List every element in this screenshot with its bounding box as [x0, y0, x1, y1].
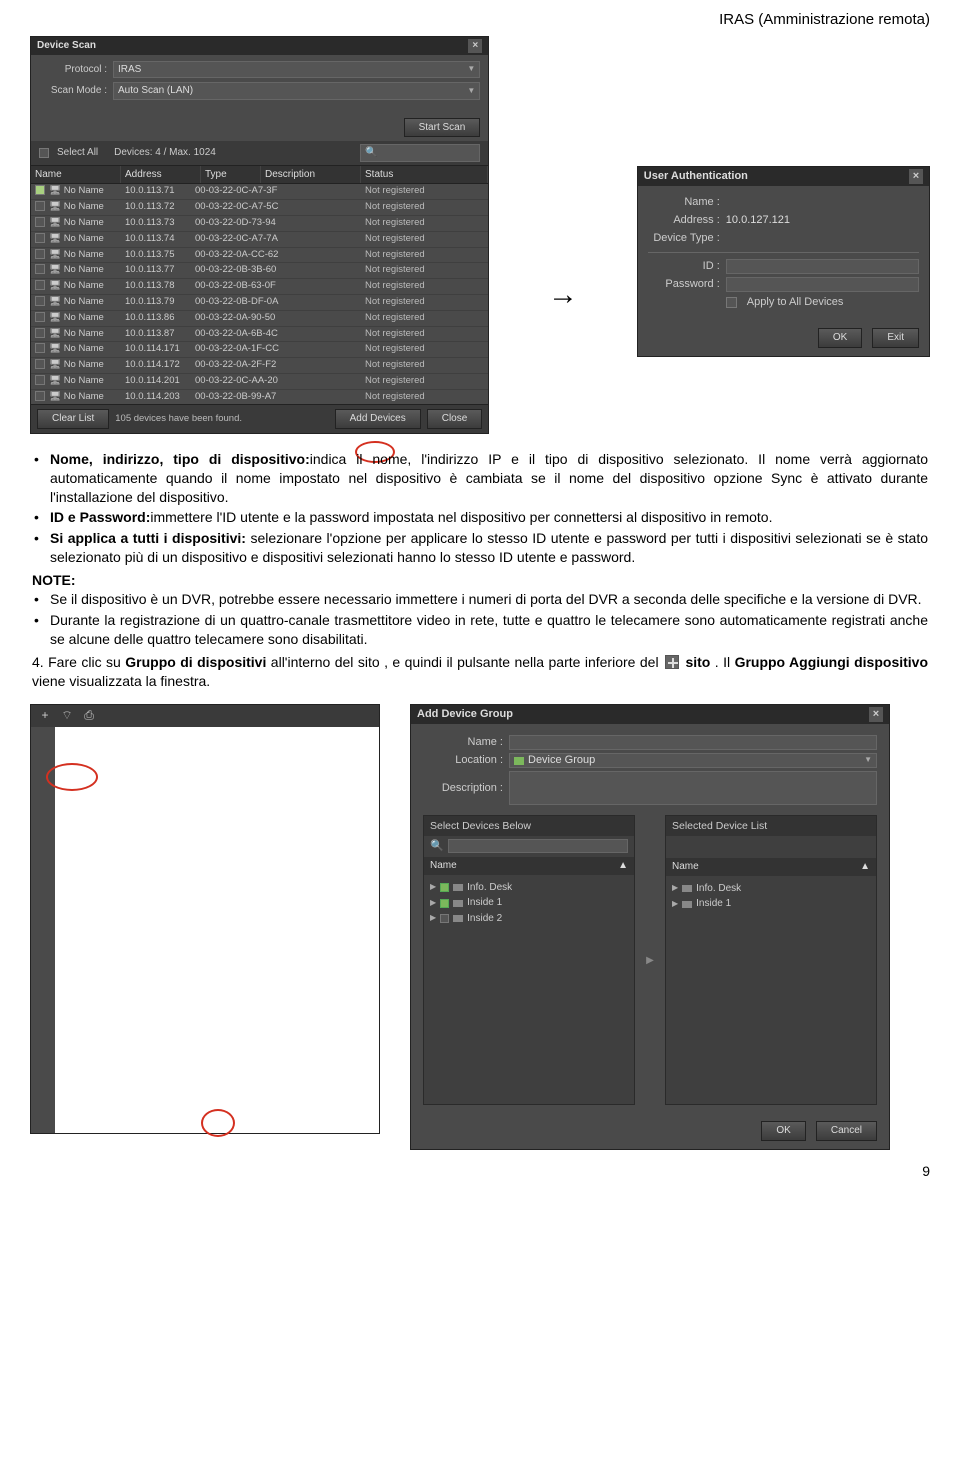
user-auth-dialog: User Authentication × Name : Address : 10…: [637, 166, 930, 357]
step-4: 4. Fare clic su Gruppo di dispositivi al…: [32, 653, 928, 691]
table-row[interactable]: 🖥 No Name10.0.114.20300-03-22-0B-99-A7No…: [31, 390, 488, 404]
bullet-apply-all: Si applica a tutti i dispositivi: selezi…: [50, 529, 928, 567]
select-devices-panel: Select Devices Below 🔍 Name▲ ▶Info. Desk…: [423, 815, 635, 1105]
scanmode-label: Scan Mode :: [39, 84, 107, 98]
selected-list-panel: Selected Device List Name▲ ▶Info. Desk▶I…: [665, 815, 877, 1105]
search-icon: 🔍: [365, 146, 377, 160]
table-row[interactable]: 🖥 No Name10.0.113.8700-03-22-0A-6B-4CNot…: [31, 327, 488, 343]
plus-icon: [665, 655, 679, 669]
bullet-nome: Nome, indirizzo, tipo di dispositivo:ind…: [50, 450, 928, 507]
protocol-select[interactable]: IRAS ▼: [113, 61, 480, 79]
ua-id-label: ID :: [648, 259, 720, 274]
table-row[interactable]: 🖥 No Name10.0.113.7300-03-22-0D-73-94Not…: [31, 216, 488, 232]
table-row[interactable]: 🖥 No Name10.0.114.20100-03-22-0C-AA-20No…: [31, 374, 488, 390]
list-item[interactable]: ▶Info. Desk: [672, 882, 870, 896]
page-header: IRAS (Amministrazione remota): [30, 10, 930, 30]
user-auth-title: User Authentication: [644, 169, 748, 184]
device-table-header: Name Address Type Description Status: [31, 165, 488, 185]
arrow-right-icon: →: [509, 275, 616, 316]
search-input[interactable]: 🔍: [360, 144, 480, 162]
search-icon: 🔍: [430, 839, 444, 854]
ua-devtype-label: Device Type :: [648, 231, 720, 246]
add-icon[interactable]: +: [37, 707, 53, 723]
start-scan-button[interactable]: Start Scan: [404, 118, 481, 138]
add-device-group-dialog: Add Device Group × Name : Location : Dev…: [410, 704, 890, 1149]
note-dvr: Se il dispositivo è un DVR, potrebbe ess…: [50, 590, 928, 609]
list-item[interactable]: ▶Inside 1: [430, 896, 628, 910]
ua-ok-button[interactable]: OK: [818, 328, 862, 348]
print-icon[interactable]: ⎙: [81, 707, 97, 723]
table-row[interactable]: 🖥 No Name10.0.113.7100-03-22-0C-A7-3FNot…: [31, 184, 488, 200]
add-devices-button[interactable]: Add Devices: [335, 409, 421, 429]
close-button[interactable]: Close: [427, 409, 483, 429]
folder-icon: [514, 757, 524, 765]
ua-pw-input[interactable]: [726, 277, 919, 292]
ag-name-input[interactable]: [509, 735, 877, 750]
ag-title: Add Device Group: [417, 707, 513, 722]
table-row[interactable]: 🖥 No Name10.0.113.7400-03-22-0C-A7-7ANot…: [31, 232, 488, 248]
site-panel: + ⌔ ⎙: [30, 704, 380, 1134]
page-number: 9: [30, 1162, 930, 1181]
ag-location-select[interactable]: Device Group ▼: [509, 753, 877, 768]
select-all-label: Select All: [57, 146, 98, 160]
ag-location-value: Device Group: [528, 753, 595, 768]
list-item[interactable]: ▶Inside 1: [672, 897, 870, 911]
list-item[interactable]: ▶Info. Desk: [430, 881, 628, 895]
ua-name-label: Name :: [648, 195, 720, 210]
table-row[interactable]: 🖥 No Name10.0.114.17100-03-22-0A-1F-CCNo…: [31, 342, 488, 358]
close-icon[interactable]: ×: [468, 39, 482, 53]
device-table-body: 🖥 No Name10.0.113.7100-03-22-0C-A7-3FNot…: [31, 184, 488, 404]
ag-name-label: Name :: [423, 735, 503, 750]
note-label: NOTE:: [32, 571, 928, 590]
device-scan-title: Device Scan: [37, 39, 96, 53]
close-icon[interactable]: ×: [869, 707, 883, 722]
bullet-id-password: ID e Password:immettere l'ID utente e la…: [50, 508, 928, 527]
protocol-value: IRAS: [118, 63, 141, 77]
table-row[interactable]: 🖥 No Name10.0.113.7700-03-22-0B-3B-60Not…: [31, 263, 488, 279]
ua-pw-label: Password :: [648, 277, 720, 292]
footer-status: 105 devices have been found.: [115, 413, 242, 426]
move-right-icon[interactable]: ▶: [646, 954, 654, 968]
ag-desc-input[interactable]: [509, 771, 877, 805]
wifi-icon[interactable]: ⌔: [59, 707, 75, 723]
clear-list-button[interactable]: Clear List: [37, 409, 109, 429]
chevron-down-icon: ▼: [467, 64, 475, 75]
devices-summary: Devices: 4 / Max. 1024: [114, 146, 216, 160]
apply-all-checkbox[interactable]: [726, 297, 737, 308]
ag-ok-button[interactable]: OK: [761, 1121, 805, 1141]
protocol-label: Protocol :: [39, 63, 107, 77]
scanmode-value: Auto Scan (LAN): [118, 84, 193, 98]
ag-search-input[interactable]: [448, 839, 628, 853]
ag-cancel-button[interactable]: Cancel: [816, 1121, 877, 1141]
close-icon[interactable]: ×: [909, 169, 923, 184]
table-row[interactable]: 🖥 No Name10.0.113.7900-03-22-0B-DF-0ANot…: [31, 295, 488, 311]
table-row[interactable]: 🖥 No Name10.0.113.7500-03-22-0A-CC-62Not…: [31, 248, 488, 264]
ua-address-value: 10.0.127.121: [726, 213, 790, 228]
table-row[interactable]: 🖥 No Name10.0.113.7800-03-22-0B-63-0FNot…: [31, 279, 488, 295]
select-all-checkbox[interactable]: [39, 148, 49, 158]
ag-location-label: Location :: [423, 753, 503, 768]
list-item[interactable]: ▶Inside 2: [430, 912, 628, 926]
site-toolbar: + ⌔ ⎙: [31, 705, 379, 727]
sort-icon[interactable]: ▲: [618, 859, 628, 873]
ua-exit-button[interactable]: Exit: [872, 328, 919, 348]
ua-id-input[interactable]: [726, 259, 919, 274]
table-row[interactable]: 🖥 No Name10.0.114.17200-03-22-0A-2F-F2No…: [31, 358, 488, 374]
apply-all-label: Apply to All Devices: [747, 295, 844, 310]
note-quad: Durante la registrazione di un quattro-c…: [50, 611, 928, 649]
ag-desc-label: Description :: [423, 781, 503, 796]
ua-address-label: Address :: [648, 213, 720, 228]
scanmode-select[interactable]: Auto Scan (LAN) ▼: [113, 82, 480, 100]
table-row[interactable]: 🖥 No Name10.0.113.7200-03-22-0C-A7-5CNot…: [31, 200, 488, 216]
chevron-down-icon: ▼: [467, 86, 475, 97]
device-scan-dialog: Device Scan × Protocol : IRAS ▼ Scan Mod…: [30, 36, 489, 434]
chevron-down-icon: ▼: [864, 755, 872, 766]
table-row[interactable]: 🖥 No Name10.0.113.8600-03-22-0A-90-50Not…: [31, 311, 488, 327]
sort-icon[interactable]: ▲: [860, 860, 870, 874]
